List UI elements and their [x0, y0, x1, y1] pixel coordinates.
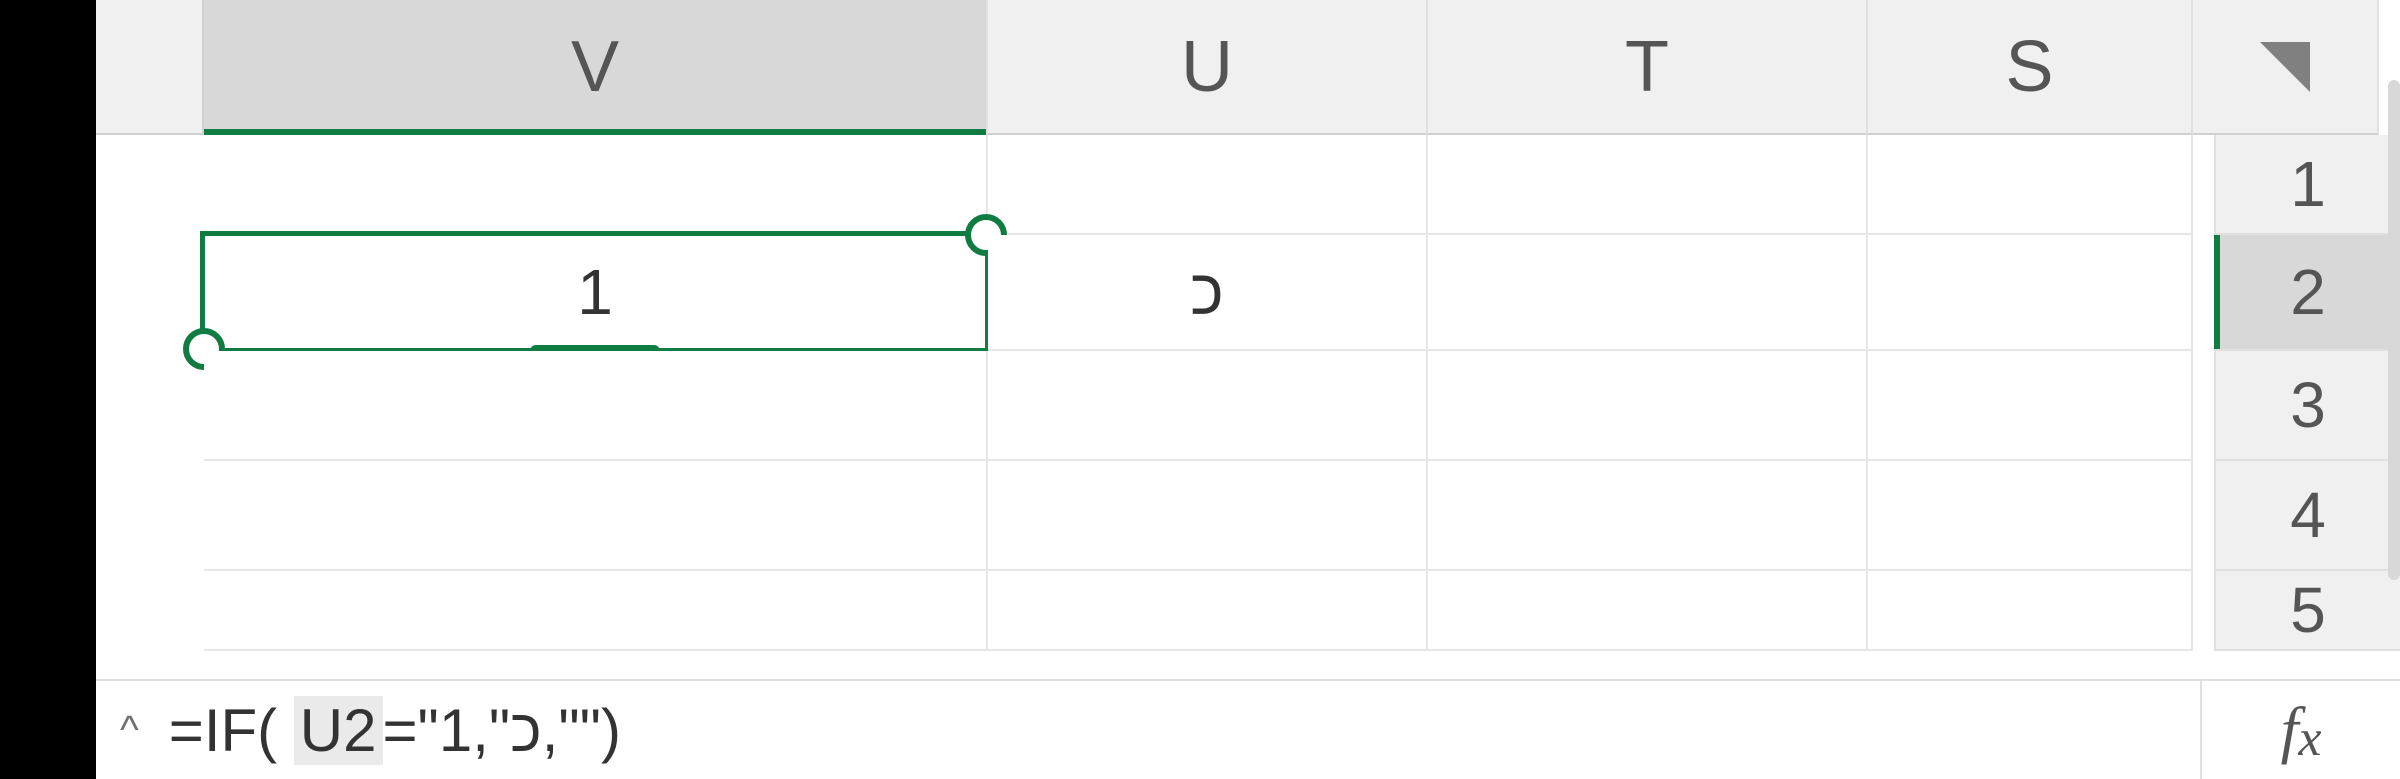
cell-value: 1: [577, 255, 613, 329]
cell-S4[interactable]: [1868, 461, 2193, 571]
cell-S2[interactable]: [1868, 235, 2193, 351]
cell-V3[interactable]: [204, 351, 988, 461]
spreadsheet-app: V U T S 1 2 3 4 5: [0, 0, 2400, 779]
row-1: [204, 135, 2214, 235]
row-3: [204, 351, 2214, 461]
row-headers: 1 2 3 4 5: [2214, 135, 2400, 679]
column-header-U[interactable]: U: [988, 0, 1428, 135]
cell-T3[interactable]: [1428, 351, 1868, 461]
cell-U3[interactable]: [988, 351, 1428, 461]
cell-value: כ: [1190, 255, 1224, 329]
scroll-columns-triangle-icon: [2260, 42, 2310, 92]
column-header-S[interactable]: S: [1868, 0, 2193, 135]
formula-prefix: =IF(: [169, 696, 277, 765]
cell-T4[interactable]: [1428, 461, 1868, 571]
formula-bar: ^ =IF( U2 ="כ",1,"") fx: [96, 679, 2400, 779]
row-header-2[interactable]: 2: [2214, 235, 2400, 351]
fx-button[interactable]: fx: [2200, 681, 2400, 779]
cell-V2[interactable]: 1: [204, 235, 988, 351]
cell-U2[interactable]: כ: [988, 235, 1428, 351]
cells-grid[interactable]: 1 כ: [204, 135, 2214, 679]
cell-S5[interactable]: [1868, 571, 2193, 651]
vertical-scrollbar[interactable]: [2388, 80, 2400, 580]
cell-U4[interactable]: [988, 461, 1428, 571]
row-header-3[interactable]: 3: [2214, 351, 2400, 461]
row-header-5[interactable]: 5: [2214, 571, 2400, 651]
formula-input[interactable]: =IF( U2 ="כ",1,""): [169, 696, 2200, 765]
select-all-corner[interactable]: [96, 0, 204, 135]
grid-area: V U T S 1 2 3 4 5: [96, 0, 2400, 679]
column-header-T[interactable]: T: [1428, 0, 1868, 135]
formula-suffix: ="כ",1,""): [383, 696, 621, 765]
column-headers: V U T S: [96, 0, 2400, 135]
cell-S3[interactable]: [1868, 351, 2193, 461]
formula-bar-expand-chevron-icon[interactable]: ^: [120, 708, 139, 753]
row-header-4[interactable]: 4: [2214, 461, 2400, 571]
cell-S1[interactable]: [1868, 135, 2193, 235]
cell-T5[interactable]: [1428, 571, 1868, 651]
left-letterbox: [0, 0, 96, 779]
row-2: 1 כ: [204, 235, 2214, 351]
cell-V5[interactable]: [204, 571, 988, 651]
column-header-end[interactable]: [2193, 0, 2379, 135]
row-header-1[interactable]: 1: [2214, 135, 2400, 235]
formula-cell-reference: U2: [294, 696, 383, 765]
fx-icon-f: f: [2281, 693, 2299, 767]
row-5: [204, 571, 2214, 651]
cell-T1[interactable]: [1428, 135, 1868, 235]
cell-T2[interactable]: [1428, 235, 1868, 351]
cell-U1[interactable]: [988, 135, 1428, 235]
cell-U5[interactable]: [988, 571, 1428, 651]
column-header-V[interactable]: V: [204, 0, 988, 135]
cell-V4[interactable]: [204, 461, 988, 571]
cell-V1[interactable]: [204, 135, 988, 235]
row-4: [204, 461, 2214, 571]
fx-icon-x: x: [2298, 709, 2321, 768]
